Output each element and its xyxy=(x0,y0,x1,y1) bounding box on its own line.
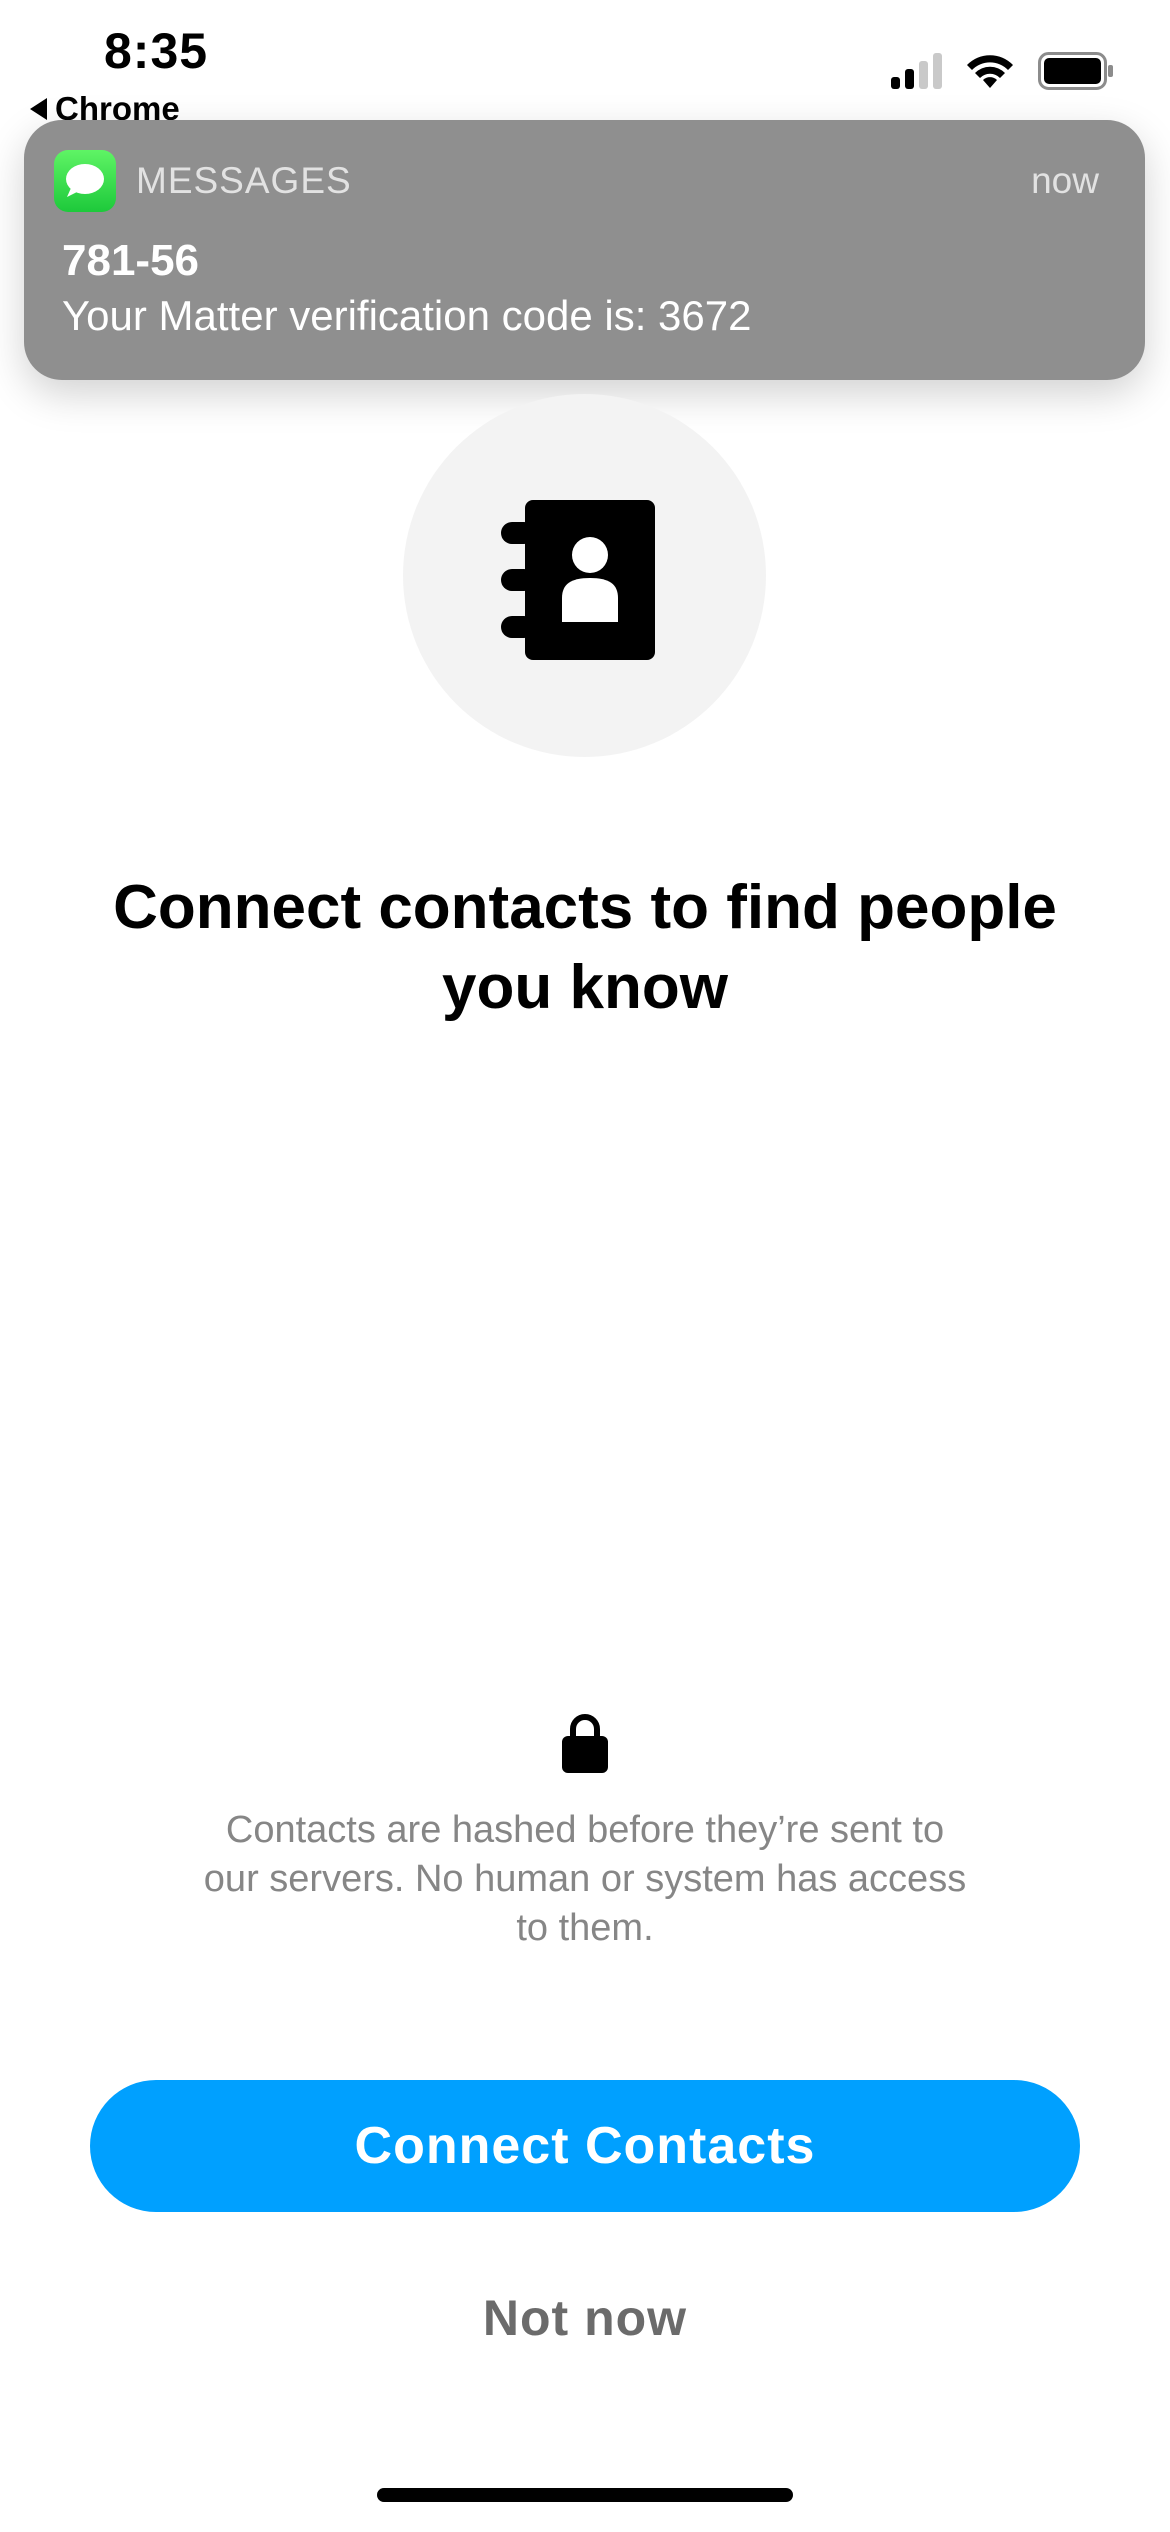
not-now-button[interactable]: Not now xyxy=(385,2278,785,2358)
page-title: Connect contacts to find people you know xyxy=(113,873,1057,1022)
privacy-note: Contacts are hashed before they’re sent … xyxy=(203,1809,967,1949)
back-arrow-icon xyxy=(30,98,47,120)
wifi-icon xyxy=(967,55,1013,88)
address-book-icon xyxy=(501,500,655,660)
notification-sender: 781-56 xyxy=(62,236,200,285)
status-time: 8:35 xyxy=(104,23,209,79)
hero-icon-circle xyxy=(403,394,766,757)
home-indicator[interactable] xyxy=(377,2488,793,2502)
notification-time: now xyxy=(1031,160,1099,201)
notification-app-name: MESSAGES xyxy=(136,160,352,201)
cellular-signal-icon xyxy=(891,53,942,89)
status-icons xyxy=(891,52,1114,90)
message-notification[interactable]: MESSAGES now 781-56 Your Matter verifica… xyxy=(24,120,1145,380)
messages-icon xyxy=(54,150,116,212)
battery-icon xyxy=(1038,52,1113,90)
connect-contacts-button[interactable]: Connect Contacts xyxy=(90,2080,1080,2212)
lock-icon xyxy=(562,1714,608,1773)
notification-body: Your Matter verification code is: 3672 xyxy=(62,292,752,339)
